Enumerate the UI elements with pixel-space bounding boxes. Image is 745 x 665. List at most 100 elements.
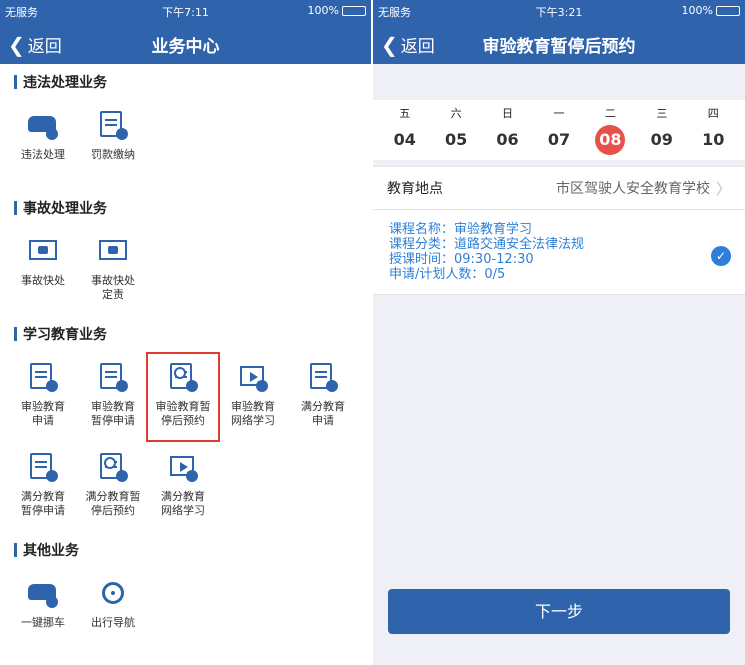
weekday-label: 四	[707, 107, 719, 120]
business-sections: 违法处理业务 违法处理 罚款缴纳事故处理业务 事故快处 事故快处 定责学习教育业务审验教…	[0, 64, 371, 658]
date-item[interactable]: 二 08	[590, 105, 630, 155]
right-screen: 无服务 下午3:21 100% ❮ 返回 审验教育暂停后预约 五 04 六 05 日 06…	[373, 0, 745, 665]
section-header: 其他业务	[0, 532, 371, 568]
header: 无服务 下午7:11 100% ❮ 返回 业务中心	[0, 0, 371, 64]
battery-icon	[716, 5, 740, 16]
checkmark-icon[interactable]: ✓	[711, 246, 731, 266]
date-item[interactable]: 五 04	[385, 105, 425, 155]
course-card[interactable]: 课程名称：审验教育学习 课程分类：道路交通安全法律法规 授课时间：09:30-1…	[373, 210, 745, 295]
status-right: 100%	[682, 4, 740, 17]
service-label: 出行导航	[91, 616, 135, 629]
play-icon	[168, 452, 198, 482]
service-label: 满分教育 网络学习	[161, 490, 205, 517]
date-number: 08	[595, 125, 626, 155]
service-item[interactable]: 罚款缴纳	[78, 100, 148, 190]
date-item[interactable]: 日 06	[488, 105, 528, 155]
service-item[interactable]: 出行导航	[78, 568, 148, 658]
section-title: 其他业务	[23, 543, 79, 559]
document-icon	[308, 362, 338, 392]
weekday-label: 二	[604, 107, 616, 120]
car-icon	[28, 578, 58, 608]
location-value: 市区驾驶人安全教育学校	[555, 181, 710, 197]
status-bar: 无服务 下午7:11 100%	[0, 0, 371, 22]
date-number: 10	[702, 130, 725, 149]
service-grid: 事故快处 事故快处 定责	[0, 226, 371, 316]
section-header: 违法处理业务	[0, 64, 371, 100]
weekday-label: 六	[450, 107, 462, 120]
section-bar	[14, 201, 17, 215]
pause-icon	[28, 452, 58, 482]
next-step-button[interactable]: 下一步	[388, 589, 730, 634]
weekday-label: 日	[502, 107, 514, 120]
course-quota: 申请/计划人数：0/5	[389, 267, 506, 282]
service-label: 满分教育暂 停后预约	[85, 490, 141, 517]
section-bar	[14, 327, 17, 341]
header: 无服务 下午3:21 100% ❮ 返回 审验教育暂停后预约	[373, 0, 745, 64]
service-item[interactable]: 一键挪车	[8, 568, 78, 658]
service-label: 满分教育 暂停申请	[21, 490, 65, 517]
service-grid: 一键挪车 出行导航	[0, 568, 371, 658]
course-name: 课程名称：审验教育学习	[389, 222, 533, 237]
service-item[interactable]: 满分教育 申请	[288, 352, 358, 442]
play-icon	[238, 362, 268, 392]
date-number: 04	[393, 130, 416, 149]
service-label: 审验教育 网络学习	[231, 400, 275, 427]
weekday-label: 一	[553, 107, 565, 120]
chevron-right-icon: 〉	[715, 179, 731, 198]
section-title: 违法处理业务	[23, 75, 107, 91]
service-label: 审验教育 申请	[21, 400, 65, 427]
service-label: 审验教育 暂停申请	[91, 400, 135, 427]
battery-percent: 100%	[307, 4, 339, 17]
page-title: 审验教育暂停后预约	[482, 37, 636, 57]
date-number: 09	[650, 130, 673, 149]
section-header: 事故处理业务	[0, 190, 371, 226]
battery-icon	[342, 5, 366, 16]
service-item[interactable]: 违法处理	[8, 100, 78, 190]
board-icon	[28, 236, 58, 266]
date-number: 05	[444, 130, 468, 149]
service-item[interactable]: 事故快处 定责	[78, 226, 148, 316]
document-icon	[28, 362, 58, 392]
service-item[interactable]: 审验教育 暂停申请	[78, 352, 148, 442]
clock-icon	[98, 452, 128, 482]
service-label: 审验教育暂 停后预约	[155, 400, 211, 427]
service-label: 事故快处	[21, 274, 65, 287]
location-row[interactable]: 教育地点 市区驾驶人安全教育学校 〉	[373, 166, 745, 210]
clock-icon	[168, 362, 198, 392]
weekday-label: 五	[399, 107, 411, 120]
section-bar	[14, 543, 17, 557]
status-bar: 无服务 下午3:21 100%	[373, 0, 745, 22]
service-label: 事故快处 定责	[91, 274, 135, 301]
date-item[interactable]: 三 09	[642, 105, 682, 155]
service-grid: 审验教育 申请 审验教育 暂停申请 审验教育暂 停后预约 审验教育 网络学习 满分教育 …	[0, 352, 371, 532]
weekday-label: 三	[656, 107, 668, 120]
page-title: 业务中心	[151, 37, 220, 57]
service-item[interactable]: 满分教育 网络学习	[148, 442, 218, 532]
date-item[interactable]: 六 05	[436, 105, 476, 155]
status-right: 100%	[308, 4, 366, 17]
section-header: 学习教育业务	[0, 316, 371, 352]
nav-bar: ❮ 返回 业务中心	[0, 22, 371, 64]
service-item[interactable]: 事故快处	[8, 226, 78, 316]
section-title: 事故处理业务	[23, 201, 107, 217]
section-title: 学习教育业务	[23, 327, 107, 343]
service-item[interactable]: 审验教育暂 停后预约	[146, 352, 220, 442]
service-item[interactable]: 审验教育 申请	[8, 352, 78, 442]
left-screen: 无服务 下午7:11 100% ❮ 返回 业务中心 违法处理业务 违法处理 罚款缴纳…	[0, 0, 371, 665]
date-item[interactable]: 四 10	[693, 105, 733, 155]
service-item[interactable]: 满分教育暂 停后预约	[78, 442, 148, 532]
nav-bar: ❮ 返回 审验教育暂停后预约	[373, 22, 745, 64]
course-time: 授课时间：09:30-12:30	[389, 252, 534, 267]
location-label: 教育地点	[387, 181, 443, 197]
date-number: 06	[496, 130, 519, 149]
document-icon	[98, 110, 128, 140]
service-item[interactable]: 审验教育 网络学习	[218, 352, 288, 442]
week-date-picker: 五 04 六 05 日 06 一 07 二 08 三 09 四 10	[373, 100, 745, 160]
service-label: 罚款缴纳	[91, 148, 135, 161]
section-bar	[14, 75, 17, 89]
service-label: 满分教育 申请	[301, 400, 345, 427]
date-item[interactable]: 一 07	[539, 105, 579, 155]
board-icon	[98, 236, 128, 266]
service-item[interactable]: 满分教育 暂停申请	[8, 442, 78, 532]
service-label: 违法处理	[21, 148, 65, 161]
